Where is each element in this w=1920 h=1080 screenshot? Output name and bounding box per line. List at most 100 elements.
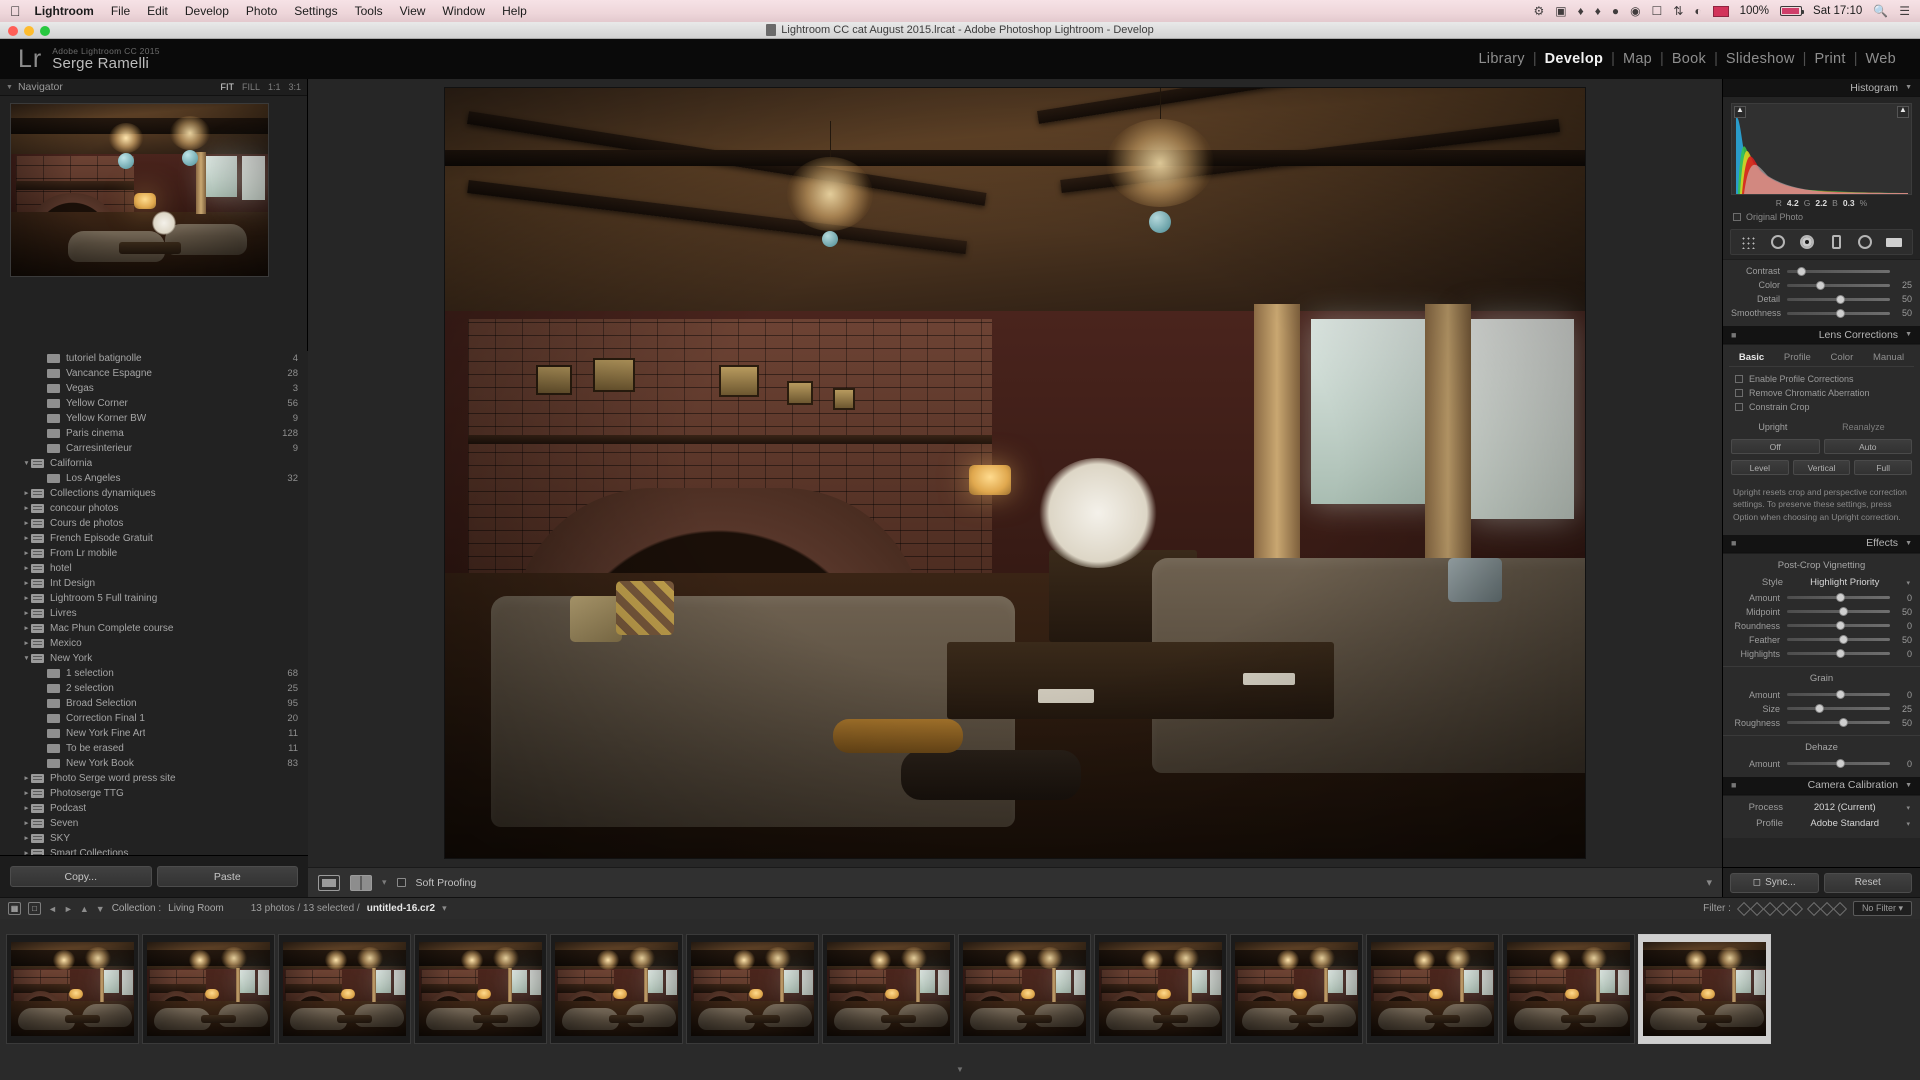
filmstrip-thumbnail[interactable] (6, 934, 139, 1044)
navigator-preview[interactable] (10, 103, 269, 277)
module-map[interactable]: Map (1615, 51, 1660, 67)
soft-proofing-label[interactable]: Soft Proofing (416, 877, 477, 889)
slider-track[interactable] (1787, 652, 1890, 655)
twisty-icon[interactable]: ▼ (22, 655, 31, 662)
dehaze-amount-row[interactable]: Amount0 (1723, 757, 1920, 771)
vignette-midpoint-row[interactable]: Midpoint50 (1723, 605, 1920, 619)
input-language-flag-icon[interactable] (1713, 6, 1729, 17)
filmstrip-thumbnail[interactable] (958, 934, 1091, 1044)
filmstrip-thumbnail[interactable] (1230, 934, 1363, 1044)
module-slideshow[interactable]: Slideshow (1718, 51, 1803, 67)
constrain-crop-row[interactable]: Constrain Crop (1723, 400, 1920, 414)
collection-row[interactable]: Paris cinema128 (0, 426, 308, 441)
develop-tool-strip[interactable] (1730, 229, 1913, 255)
histogram-graph[interactable] (1731, 103, 1912, 195)
twisty-icon[interactable]: ► (22, 535, 31, 542)
chevron-down-icon[interactable]: ▼ (1905, 540, 1912, 547)
collection-row[interactable]: New York Book83 (0, 756, 308, 771)
battery-icon[interactable] (1780, 6, 1802, 16)
zoom-3-1[interactable]: 3:1 (288, 82, 301, 92)
minimize-icon[interactable] (24, 26, 34, 36)
radial-filter-icon[interactable] (1856, 233, 1874, 251)
slider-track[interactable] (1787, 610, 1890, 613)
tab-basic[interactable]: Basic (1739, 352, 1764, 363)
second-window-icon[interactable]: □ (28, 902, 41, 915)
collection-row[interactable]: ►From Lr mobile (0, 546, 308, 561)
filmstrip-thumbnail[interactable] (142, 934, 275, 1044)
menu-photo[interactable]: Photo (246, 4, 277, 18)
collection-row[interactable]: Los Angeles32 (0, 471, 308, 486)
slider-track[interactable] (1787, 638, 1890, 641)
filmstrip-resize-handle[interactable]: ▼ (0, 1059, 1920, 1080)
upright-full-button[interactable]: Full (1854, 460, 1912, 475)
twisty-icon[interactable]: ► (22, 835, 31, 842)
twisty-icon[interactable]: ► (22, 610, 31, 617)
list-icon[interactable]: ☰ (1899, 5, 1910, 17)
reanalyze-button[interactable]: Reanalyze (1842, 422, 1885, 432)
collection-row[interactable]: ►Int Design (0, 576, 308, 591)
twisty-icon[interactable]: ► (22, 775, 31, 782)
twisty-icon[interactable]: ► (22, 805, 31, 812)
vpn-icon[interactable]: ◉ (1630, 5, 1640, 17)
collection-row[interactable]: ►Smart Collections (0, 846, 308, 855)
identity-plate[interactable]: Adobe Lightroom CC 2015 Serge Ramelli (52, 47, 160, 72)
collection-row[interactable]: To be erased11 (0, 741, 308, 756)
contrast-track[interactable] (1787, 270, 1890, 273)
slider-track[interactable] (1787, 624, 1890, 627)
collection-row[interactable]: 2 selection25 (0, 681, 308, 696)
graduated-filter-icon[interactable] (1827, 233, 1845, 251)
detail-slider-row[interactable]: Detail 50 (1723, 292, 1920, 306)
navigator-header[interactable]: ▼ Navigator FIT FILL 1:1 3:1 (0, 79, 307, 96)
chevron-down-icon[interactable]: ▼ (1905, 782, 1912, 789)
twisty-icon[interactable]: ► (22, 490, 31, 497)
vignette-style-value[interactable]: Highlight Priority (1791, 577, 1898, 588)
filmstrip-thumbnail[interactable] (1094, 934, 1227, 1044)
filmstrip-thumbnail[interactable] (1366, 934, 1499, 1044)
twisty-icon[interactable]: ► (22, 595, 31, 602)
enable-profile-corrections-row[interactable]: Enable Profile Corrections (1723, 372, 1920, 386)
spot-removal-icon[interactable] (1769, 233, 1787, 251)
collection-row[interactable]: ►Mexico (0, 636, 308, 651)
soft-proofing-checkbox[interactable] (397, 878, 406, 887)
menu-view[interactable]: View (400, 4, 426, 18)
grain-amount-row[interactable]: Amount0 (1723, 688, 1920, 702)
slider-track[interactable] (1787, 721, 1890, 724)
collection-row[interactable]: ►French Episode Gratuit (0, 531, 308, 546)
chevron-down-icon[interactable]: ▼ (1905, 84, 1912, 91)
clock[interactable]: Sat 17:10 (1813, 5, 1862, 17)
twisty-icon[interactable]: ► (22, 520, 31, 527)
bluetooth-icon[interactable]: ⇅ (1673, 5, 1683, 17)
collection-row[interactable]: ►Podcast (0, 801, 308, 816)
screen-record-icon[interactable]: ▣ (1555, 5, 1566, 17)
evernote-icon[interactable]: ♦ (1578, 5, 1584, 17)
menu-edit[interactable]: Edit (147, 4, 168, 18)
smoothness-track[interactable] (1787, 312, 1890, 315)
remove-chromatic-aberration-checkbox[interactable] (1735, 389, 1743, 397)
toolbar-caret[interactable]: ▾ (1706, 876, 1712, 889)
collection-row[interactable]: ►Livres (0, 606, 308, 621)
twisty-icon[interactable]: ► (22, 820, 31, 827)
collection-row[interactable]: ►Cours de photos (0, 516, 308, 531)
upright-vertical-button[interactable]: Vertical (1793, 460, 1851, 475)
collection-row[interactable]: Carresinterieur9 (0, 441, 308, 456)
collection-row[interactable]: tutoriel batignolle4 (0, 351, 308, 366)
up-arrow-icon[interactable]: ▲ (80, 904, 89, 914)
vignette-amount-row[interactable]: Amount0 (1723, 591, 1920, 605)
collection-row[interactable]: ►Lightroom 5 Full training (0, 591, 308, 606)
grain-size-row[interactable]: Size25 (1723, 702, 1920, 716)
grid-view-icon[interactable]: ▦ (8, 902, 21, 915)
collection-row[interactable]: ►Seven (0, 816, 308, 831)
copy-button[interactable]: Copy... (10, 866, 152, 887)
vignette-feather-row[interactable]: Feather50 (1723, 633, 1920, 647)
highlight-clipping-icon[interactable] (1897, 106, 1909, 118)
effects-header[interactable]: ■ Effects ▼ (1723, 535, 1920, 553)
module-print[interactable]: Print (1806, 51, 1853, 67)
profile-value[interactable]: Adobe Standard (1791, 818, 1898, 829)
twisty-icon[interactable]: ► (22, 565, 31, 572)
reset-button[interactable]: Reset (1824, 873, 1913, 893)
module-web[interactable]: Web (1858, 51, 1904, 67)
vignette-highlights-row[interactable]: Highlights0 (1723, 647, 1920, 661)
enable-profile-corrections-checkbox[interactable] (1735, 375, 1743, 383)
menu-file[interactable]: File (111, 4, 130, 18)
collection-row[interactable]: Vancance Espagne28 (0, 366, 308, 381)
